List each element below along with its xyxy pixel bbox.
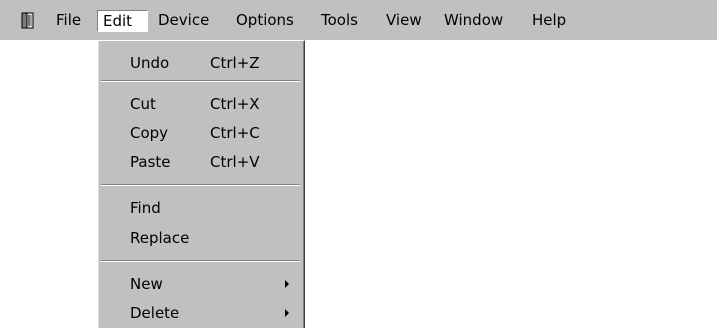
menu-item-label: Paste	[130, 153, 171, 171]
submenu-arrow-icon	[285, 309, 289, 317]
book-icon[interactable]	[21, 12, 35, 29]
menu-device[interactable]: Device	[158, 10, 209, 32]
menu-window[interactable]: Window	[444, 10, 503, 32]
menu-tools[interactable]: Tools	[321, 10, 358, 32]
menu-item-label: Replace	[130, 229, 190, 247]
menu-separator	[101, 260, 300, 262]
menu-item-label: Undo	[130, 54, 170, 72]
menu-item-paste[interactable]: Paste Ctrl+V	[98, 149, 304, 175]
menu-item-label: Delete	[130, 304, 180, 322]
menu-item-copy[interactable]: Copy Ctrl+C	[98, 120, 304, 146]
edit-dropdown-menu: Undo Ctrl+Z Cut Ctrl+X Copy Ctrl+C Paste…	[97, 40, 305, 328]
menu-item-new[interactable]: New	[98, 271, 304, 297]
submenu-arrow-icon	[285, 280, 289, 288]
menu-edit[interactable]: Edit	[97, 10, 148, 32]
menu-item-undo[interactable]: Undo Ctrl+Z	[98, 50, 304, 76]
menu-separator	[101, 80, 300, 82]
menu-item-label: Cut	[130, 95, 156, 113]
menu-item-label: Copy	[130, 124, 169, 142]
menu-item-find[interactable]: Find	[98, 195, 304, 221]
menu-item-shortcut: Ctrl+V	[210, 153, 260, 171]
menu-item-shortcut: Ctrl+Z	[210, 54, 260, 72]
menu-options[interactable]: Options	[236, 10, 294, 32]
menu-view[interactable]: View	[386, 10, 422, 32]
menu-item-label: New	[130, 275, 163, 293]
menu-separator	[101, 184, 300, 186]
menu-item-label: Find	[130, 199, 161, 217]
menu-file[interactable]: File	[56, 10, 81, 32]
menu-bar: File Edit Device Options Tools View Wind…	[0, 0, 717, 40]
menu-item-shortcut: Ctrl+C	[210, 124, 260, 142]
menu-item-cut[interactable]: Cut Ctrl+X	[98, 91, 304, 117]
menu-help[interactable]: Help	[532, 10, 566, 32]
menu-item-replace[interactable]: Replace	[98, 225, 304, 251]
menu-item-delete[interactable]: Delete	[98, 300, 304, 326]
menu-item-shortcut: Ctrl+X	[210, 95, 260, 113]
